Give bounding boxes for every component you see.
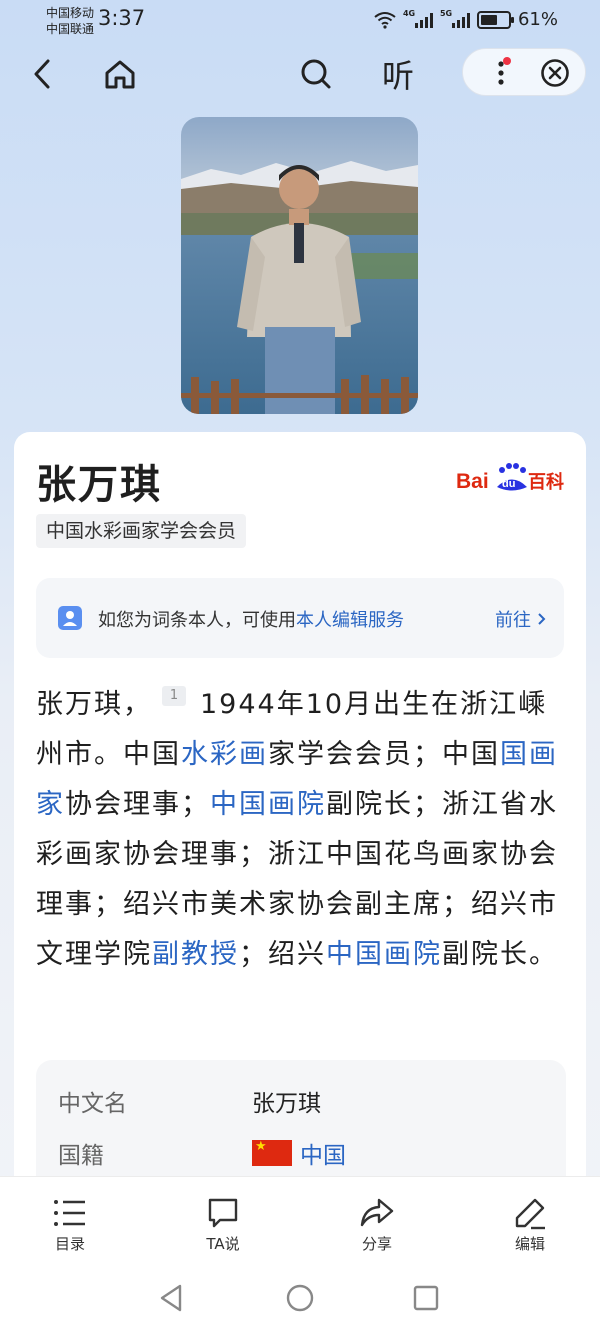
share-icon [360, 1198, 394, 1227]
top-nav: 听 [0, 46, 600, 102]
infobox-value-link[interactable]: 中国 [300, 1136, 346, 1170]
status-bar: 中国移动 中国联通 3:37 4G 5G 61% [0, 0, 600, 42]
system-nav-bar [0, 1266, 600, 1333]
entry-tag[interactable]: 中国水彩画家学会会员 [36, 514, 247, 548]
toolbar-contents-button[interactable]: 目录 [30, 1195, 110, 1254]
chevron-right-icon [538, 613, 546, 625]
system-back-icon[interactable] [156, 1282, 188, 1314]
toolbar-label: 目录 [54, 1235, 85, 1253]
brand-bai: Bai [456, 470, 489, 493]
signal-5g-icon: 5G [439, 8, 470, 28]
self-edit-notice[interactable]: 如您为词条本人，可使用本人编辑服务 前往 [36, 578, 564, 658]
entry-card: 张万琪 Bai du 百科 中国水彩画家学会会员 如您为词条本人，可使用本人编辑… [14, 432, 586, 1220]
link-china-academy[interactable]: 中国画院 [210, 789, 326, 820]
toolbar-label: TA说 [206, 1235, 240, 1253]
carrier-1: 中国移动 [46, 6, 95, 20]
link-associate-professor[interactable]: 副教授 [152, 939, 239, 970]
brand-du: du [502, 478, 515, 490]
brand-baike: 百科 [528, 471, 564, 493]
system-home-icon[interactable] [284, 1282, 316, 1314]
infobox-key: 国籍 [58, 1143, 104, 1169]
toolbar-label: 分享 [361, 1235, 392, 1253]
reference-marker[interactable]: 1 [162, 686, 186, 706]
toolbar-share-button[interactable]: 分享 [337, 1195, 417, 1254]
signal-4g-label: 4G [402, 8, 416, 18]
self-edit-link[interactable]: 本人编辑服务 [296, 610, 404, 631]
battery-icon [476, 10, 514, 29]
carrier-2: 中国联通 [46, 22, 95, 36]
system-recents-icon[interactable] [410, 1282, 442, 1314]
chevron-left-icon[interactable] [20, 52, 64, 96]
toolbar-label: 编辑 [514, 1235, 545, 1253]
entry-summary: 张万琪， 1 1944年10月出生在浙江嵊州市。中国水彩画家学会会员；中国国画家协会… [36, 686, 558, 970]
notice-text: 如您为词条本人，可使用本人编辑服务 [98, 610, 404, 631]
more-vertical-icon[interactable] [481, 53, 521, 93]
link-watercolor[interactable]: 水彩画 [181, 739, 268, 770]
infobox-value: 张万琪 [252, 1091, 321, 1117]
search-icon[interactable] [294, 52, 338, 96]
clock: 3:37 [98, 6, 146, 30]
toolbar-ta-says-button[interactable]: TA说 [183, 1195, 263, 1254]
link-china-academy-2[interactable]: 中国画院 [326, 939, 442, 970]
notice-go-button[interactable]: 前往 [495, 606, 546, 632]
home-icon[interactable] [98, 52, 142, 96]
chat-bubble-icon [208, 1198, 238, 1228]
signal-4g-icon: 4G [402, 8, 433, 28]
portrait-image[interactable] [181, 117, 418, 414]
listen-button[interactable]: 听 [376, 52, 420, 96]
user-icon [58, 606, 82, 630]
mini-program-capsule [462, 48, 586, 96]
signal-5g-label: 5G [439, 8, 453, 18]
edit-pen-icon [515, 1198, 545, 1230]
wifi-icon [374, 11, 396, 29]
battery-percent: 61% [517, 9, 558, 30]
notification-dot [503, 57, 511, 65]
infobox-row: 中文名 张万琪 [58, 1084, 321, 1118]
list-icon [54, 1200, 85, 1226]
bottom-toolbar: 目录 TA说 分享 编辑 [0, 1176, 600, 1266]
carrier-labels: 中国移动 中国联通 [46, 5, 94, 37]
status-icons: 4G 5G 61% [374, 9, 558, 30]
infobox-key: 中文名 [58, 1091, 127, 1117]
toolbar-edit-button[interactable]: 编辑 [490, 1195, 570, 1254]
battery-fill [480, 14, 497, 25]
china-flag-icon [252, 1139, 292, 1166]
notice-go-label: 前往 [495, 610, 531, 631]
close-circle-icon[interactable] [537, 55, 573, 91]
infobox-row: 国籍 中国 [58, 1136, 346, 1170]
entry-title: 张万琪 [36, 462, 162, 508]
baidu-baike-logo[interactable]: Bai du 百科 [456, 462, 566, 494]
